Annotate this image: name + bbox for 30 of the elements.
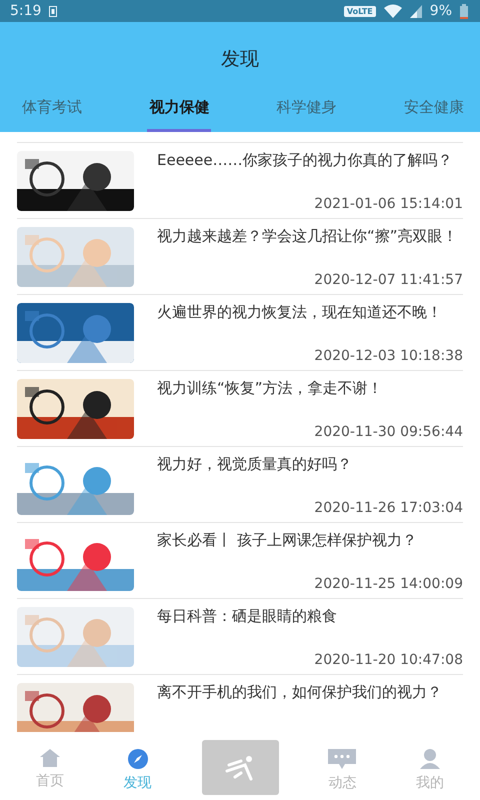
article-title[interactable]: 视力训练“恢复”方法，拿走不谢！ <box>157 379 463 398</box>
article-date: 2020-11-26 17:03:04 <box>313 500 463 516</box>
clock: 5:19 <box>10 3 42 19</box>
battery-icon <box>460 4 468 18</box>
signal-icon <box>410 4 422 18</box>
article-date: 2021-01-06 15:14:01 <box>313 196 463 212</box>
article-title[interactable]: 家长必看丨 孩子上网课怎样保护视力？ <box>157 531 463 550</box>
person-icon <box>420 749 440 769</box>
runner-icon <box>225 754 255 780</box>
article-date: 2020-12-03 10:18:38 <box>313 348 463 364</box>
article-date: 2020-11-25 14:00:09 <box>313 576 463 592</box>
battery-level: 9% <box>430 3 452 19</box>
home-icon <box>40 749 60 767</box>
article-date: 2020-11-20 10:47:08 <box>313 652 463 668</box>
volte-badge: VoLTE <box>344 6 376 16</box>
article-title[interactable]: 每日科普：硒是眼睛的粮食 <box>157 607 463 626</box>
article-title[interactable]: Eeeeee……你家孩子的视力你真的了解吗？ <box>157 151 463 170</box>
article-title[interactable]: 离不开手机的我们，如何保护我们的视力？ <box>157 683 463 702</box>
article-title[interactable]: 火遍世界的视力恢复法，现在知道还不晚！ <box>157 303 463 322</box>
download-icon <box>49 6 58 16</box>
page-title: 发现 <box>220 47 260 72</box>
chat-icon <box>328 749 356 769</box>
compass-icon <box>128 749 148 769</box>
article-date: 2020-12-07 11:41:57 <box>313 272 463 288</box>
start-button[interactable] <box>202 740 278 795</box>
category-tab[interactable]: 视力保健 <box>147 94 212 132</box>
article-title[interactable]: 视力好，视觉质量真的好吗？ <box>157 455 463 474</box>
wifi-icon <box>384 4 402 18</box>
article-title[interactable]: 视力越来越差？学会这几招让你“擦”亮双眼！ <box>157 227 463 246</box>
article-date: 2020-11-30 09:56:44 <box>313 424 463 440</box>
